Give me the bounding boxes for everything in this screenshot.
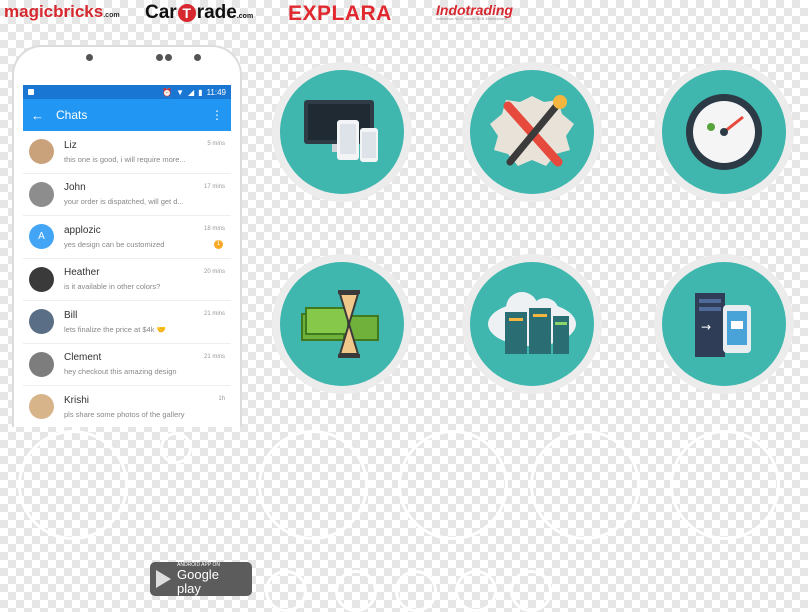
chat-outline-icon xyxy=(455,570,497,612)
devices-icon xyxy=(272,62,412,202)
avatar xyxy=(29,139,54,165)
chat-row[interactable]: A applozic yes design can be customized 1… xyxy=(23,216,231,259)
cloud-server-icon xyxy=(462,254,602,394)
phone-front-camera-icon xyxy=(194,54,201,61)
phone-speaker-icon xyxy=(86,54,93,61)
chat-name: Clement xyxy=(64,352,102,364)
avatar: A xyxy=(29,224,54,250)
chat-row[interactable]: John your order is dispatched, will get d… xyxy=(23,174,231,216)
avatar xyxy=(29,351,54,377)
chat-name: John xyxy=(64,182,86,194)
chat-message: your order is dispatched, will get d... xyxy=(64,197,184,207)
app-bar: ← Chats ⋮ xyxy=(23,99,231,131)
phone-sensor-icon xyxy=(165,54,172,61)
chat-message: yes design can be customized xyxy=(64,239,165,249)
indotrading-logo: Indotrading Indonesia No.1 Online B2B Mar… xyxy=(436,2,513,21)
chat-row[interactable]: Bill lets finalize the price at $4k 🤝 21 … xyxy=(23,301,231,344)
status-time: 11:49 xyxy=(206,87,226,97)
avatar xyxy=(29,266,54,292)
chat-name: Krishi xyxy=(64,394,90,406)
outline-circle-icon xyxy=(258,430,368,540)
twitter-outline-icon xyxy=(510,570,552,612)
wifi-icon: ▼ xyxy=(176,87,184,97)
alarm-icon: ⏰ xyxy=(162,87,173,97)
chat-name: Heather xyxy=(64,267,100,279)
phone-screen: ⏰ ▼ ◢ ▮ 11:49 ← Chats ⋮ Liz this one is g… xyxy=(23,85,231,427)
svg-text:→: → xyxy=(701,320,711,334)
phone-camera-icon xyxy=(156,54,163,61)
chat-time: 21 mins xyxy=(203,353,225,360)
notification-icon xyxy=(28,89,34,95)
chat-row[interactable]: Clement hey checkout this amazing design … xyxy=(23,344,231,386)
chat-time: 5 mins xyxy=(207,141,225,147)
chat-message: pls share some photos of the gallery xyxy=(64,409,185,419)
status-bar: ⏰ ▼ ◢ ▮ 11:49 xyxy=(23,85,231,99)
chat-list: Liz this one is good, i will require more… xyxy=(23,131,231,427)
chat-time: 21 mins xyxy=(203,311,225,317)
google-play-icon xyxy=(156,570,171,588)
google-play-badge[interactable]: ANDROID APP ON Google play xyxy=(150,562,252,596)
app-bar-title: Chats xyxy=(56,108,88,122)
chat-row[interactable]: Heather is it available in other colors? … xyxy=(23,259,231,301)
phone-mockup: ⏰ ▼ ◢ ▮ 11:49 ← Chats ⋮ Liz this one is g… xyxy=(12,45,242,427)
avatar xyxy=(29,309,54,335)
tools-icon xyxy=(462,62,602,202)
overflow-menu-icon[interactable]: ⋮ xyxy=(211,108,223,122)
outline-dot-icon xyxy=(160,432,192,464)
server-mobile-icon: → xyxy=(654,254,794,394)
unread-badge: 1 xyxy=(214,240,223,249)
battery-icon: ▮ xyxy=(198,87,203,97)
outline-circle-icon xyxy=(670,430,780,540)
avatar xyxy=(29,181,54,207)
outline-circle-icon xyxy=(530,430,640,540)
chat-message: is it available in other colors? xyxy=(64,282,161,292)
chat-time: 1h xyxy=(218,396,225,402)
chat-message: this one is good, i will require more... xyxy=(64,154,186,164)
chat-row[interactable]: Krishi pls share some photos of the galle… xyxy=(23,386,231,427)
google-plus-outline-icon xyxy=(265,570,307,612)
magicbricks-logo: magicbricks.com xyxy=(4,2,120,21)
instagram-outline-icon xyxy=(335,570,377,612)
chat-time: 20 mins xyxy=(203,268,225,275)
money-time-icon xyxy=(272,254,412,394)
avatar xyxy=(29,394,54,420)
chat-name: Liz xyxy=(64,139,77,151)
outline-circle-icon xyxy=(18,430,128,540)
cartrade-logo: Car Trade.com xyxy=(145,2,254,23)
chat-time: 18 mins xyxy=(203,226,225,232)
chat-row[interactable]: Liz this one is good, i will require more… xyxy=(23,131,231,174)
chat-name: applozic xyxy=(64,224,101,236)
back-arrow-icon[interactable]: ← xyxy=(31,108,44,123)
github-outline-icon xyxy=(395,570,437,612)
explara-logo: EXPLARA xyxy=(288,2,392,25)
chat-message: hey checkout this amazing design xyxy=(64,367,177,377)
speedometer-icon xyxy=(654,62,794,202)
signal-icon: ◢ xyxy=(188,87,195,97)
chat-name: Bill xyxy=(64,309,78,321)
chat-message: lets finalize the price at $4k 🤝 xyxy=(64,324,166,334)
outline-circle-icon xyxy=(398,430,508,540)
chat-time: 17 mins xyxy=(203,183,225,190)
google-play-text: Google play xyxy=(177,567,219,596)
